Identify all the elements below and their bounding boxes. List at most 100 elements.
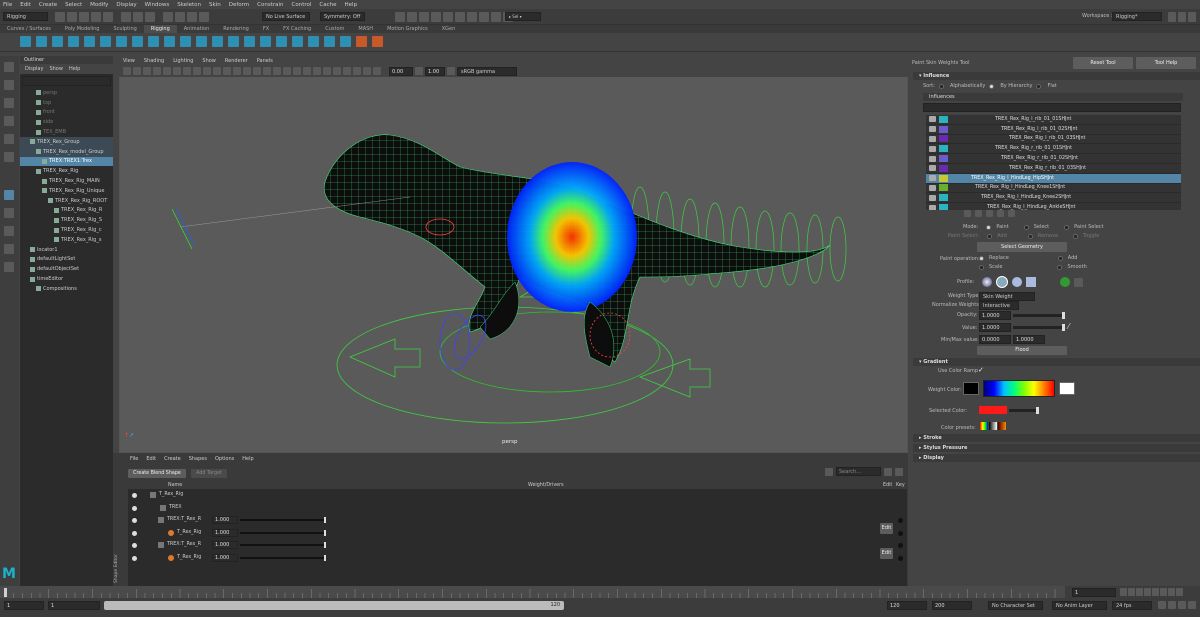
step-back-icon[interactable] (1136, 588, 1143, 596)
textured-icon[interactable] (273, 67, 281, 75)
influence-row[interactable]: TREX_Rex_Rig_r_rib_01_02SHJnt (926, 154, 1181, 164)
gaussian-brush-icon[interactable] (982, 277, 993, 287)
gradient-section-header[interactable]: ▾ Gradient (913, 358, 1200, 366)
nonlinear-icon[interactable] (324, 36, 335, 47)
mode-paint-select-radio[interactable] (1064, 224, 1070, 230)
op-smooth-radio[interactable] (1057, 264, 1063, 270)
point-constraint-icon[interactable] (372, 36, 383, 47)
locator-icon[interactable] (340, 36, 351, 47)
influence-lock-icon[interactable] (929, 155, 936, 162)
arnold-icon[interactable] (467, 12, 477, 22)
timeline-track[interactable] (0, 586, 1065, 598)
key-icon[interactable] (1178, 601, 1186, 609)
default-material-icon[interactable] (253, 67, 261, 75)
select-geometry-button[interactable]: Select Geometry (977, 242, 1067, 252)
anti-alias-icon[interactable] (323, 67, 331, 75)
step-forward-icon[interactable] (1160, 588, 1167, 596)
image-plane-icon[interactable] (153, 67, 161, 75)
visibility-toggle-icon[interactable] (132, 543, 137, 548)
shape-editor-row[interactable]: T_Rex_Rig 1.000 Edit (128, 547, 907, 565)
outliner-item[interactable]: TREX_Rex_Rig_R (20, 206, 113, 216)
copy-skin-icon[interactable] (164, 36, 175, 47)
influence-color-swatch[interactable] (939, 125, 948, 133)
four-view-icon[interactable] (4, 208, 14, 218)
shape-editor-menu-help[interactable]: Help (242, 456, 253, 462)
shape-editor-menu-edit[interactable]: Edit (146, 456, 156, 462)
soft-brush-icon[interactable] (996, 276, 1009, 288)
outliner-menu-help[interactable]: Help (69, 66, 80, 72)
sort-icon[interactable] (1008, 210, 1015, 217)
influence-lock-icon[interactable] (929, 204, 936, 210)
outliner-item[interactable]: persp (20, 88, 113, 98)
shelf-tab[interactable]: XGen (435, 25, 463, 33)
visibility-toggle-icon[interactable] (132, 530, 137, 536)
lock-icon[interactable] (895, 467, 903, 476)
weight-slider[interactable] (240, 517, 326, 523)
workspace-dropdown[interactable]: Rigging* (1112, 12, 1162, 21)
joint-tool-icon[interactable] (20, 36, 31, 47)
influence-row[interactable]: TREX_Rex_Rig_l_HindLeg_HipSHJnt (926, 173, 1181, 184)
browse-brush-icon[interactable] (1074, 277, 1084, 287)
influence-lock-icon[interactable] (929, 184, 936, 191)
outliner-item[interactable]: locator1 (20, 245, 113, 255)
preset-grayscale-icon[interactable] (989, 422, 997, 430)
weight-slider[interactable] (240, 542, 326, 548)
select-component-icon[interactable] (145, 12, 155, 22)
influence-row[interactable]: TREX_Rex_Rig_l_rib_01_03SHJnt (926, 134, 1181, 145)
key-dot-icon[interactable] (898, 530, 903, 536)
current-frame-field[interactable]: 1 (1072, 588, 1116, 597)
outliner-search-field[interactable] (22, 76, 111, 86)
shape-editor-row[interactable]: TREX (128, 502, 907, 515)
rotate-tool-icon[interactable] (4, 134, 14, 144)
menu-item-constrain[interactable]: Constrain (257, 2, 283, 8)
influence-lock-icon[interactable] (929, 194, 936, 201)
input-field-dropdown[interactable]: ▸ Sel ▾ (505, 12, 541, 21)
outliner-item[interactable]: side (20, 117, 113, 127)
shelf-tab[interactable]: Animation (177, 25, 217, 33)
live-surface-dropdown[interactable]: No Live Surface (262, 12, 310, 21)
render-settings-icon[interactable] (431, 12, 441, 22)
edit-button[interactable]: Edit (880, 522, 893, 534)
influence-color-swatch[interactable] (939, 194, 948, 202)
audio-icon[interactable] (1168, 601, 1176, 609)
influence-search-field[interactable] (923, 103, 1181, 112)
viewport-3d[interactable]: ↑↗ persp (120, 77, 907, 452)
field-chart-icon[interactable] (203, 67, 211, 75)
key-dot-icon[interactable] (898, 555, 903, 561)
viewport-menu-show[interactable]: Show (202, 58, 216, 64)
color-management-icon[interactable] (447, 67, 455, 75)
menu-item-display[interactable]: Display (116, 2, 136, 8)
op-scale-radio[interactable] (979, 264, 984, 270)
select-object-icon[interactable] (133, 12, 143, 22)
single-view-icon[interactable] (4, 190, 14, 200)
viewport-menu-shading[interactable]: Shading (144, 58, 164, 64)
weight-field[interactable]: 1.000 (212, 553, 238, 562)
gamma-icon[interactable] (415, 67, 423, 75)
outliner-item[interactable]: TREX_Rex_Rig_s (20, 235, 113, 245)
outliner-item[interactable]: TREX_Rex_Rig_c (20, 225, 113, 235)
display-section-header[interactable]: ▸ Display (913, 454, 1200, 462)
save-scene-icon[interactable] (79, 12, 89, 22)
paste-weights-icon[interactable] (975, 210, 982, 217)
gate-mask-icon[interactable] (193, 67, 201, 75)
hypershade-icon[interactable] (443, 12, 453, 22)
shape-editor-row[interactable]: TREX:T_Rex_R 1.000 (128, 514, 907, 527)
preset-rainbow-icon[interactable] (980, 422, 988, 430)
weight-color-ramp[interactable] (983, 380, 1055, 397)
new-scene-icon[interactable] (55, 12, 65, 22)
outliner-item[interactable]: TREX_Rex_Rig_Unique (20, 186, 113, 196)
weight-color-max-swatch[interactable] (1059, 382, 1075, 395)
menu-item-modify[interactable]: Modify (90, 2, 108, 8)
stylus-section-header[interactable]: ▸ Stylus Pressure (913, 444, 1200, 452)
menu-item-file[interactable]: File (3, 2, 12, 8)
influence-color-swatch[interactable] (939, 174, 948, 182)
menu-item-select[interactable]: Select (65, 2, 82, 8)
min-field[interactable]: 0.0000 (979, 335, 1011, 344)
mirror-joint-icon[interactable] (84, 36, 95, 47)
menu-item-cache[interactable]: Cache (319, 2, 336, 8)
step-back-key-icon[interactable] (1128, 588, 1135, 596)
influence-color-swatch[interactable] (939, 135, 948, 143)
open-scene-icon[interactable] (67, 12, 77, 22)
influence-row[interactable]: TREX_Rex_Rig_r_rib_01_03SHJnt (926, 163, 1181, 174)
weight-field[interactable]: 1.000 (212, 528, 238, 537)
